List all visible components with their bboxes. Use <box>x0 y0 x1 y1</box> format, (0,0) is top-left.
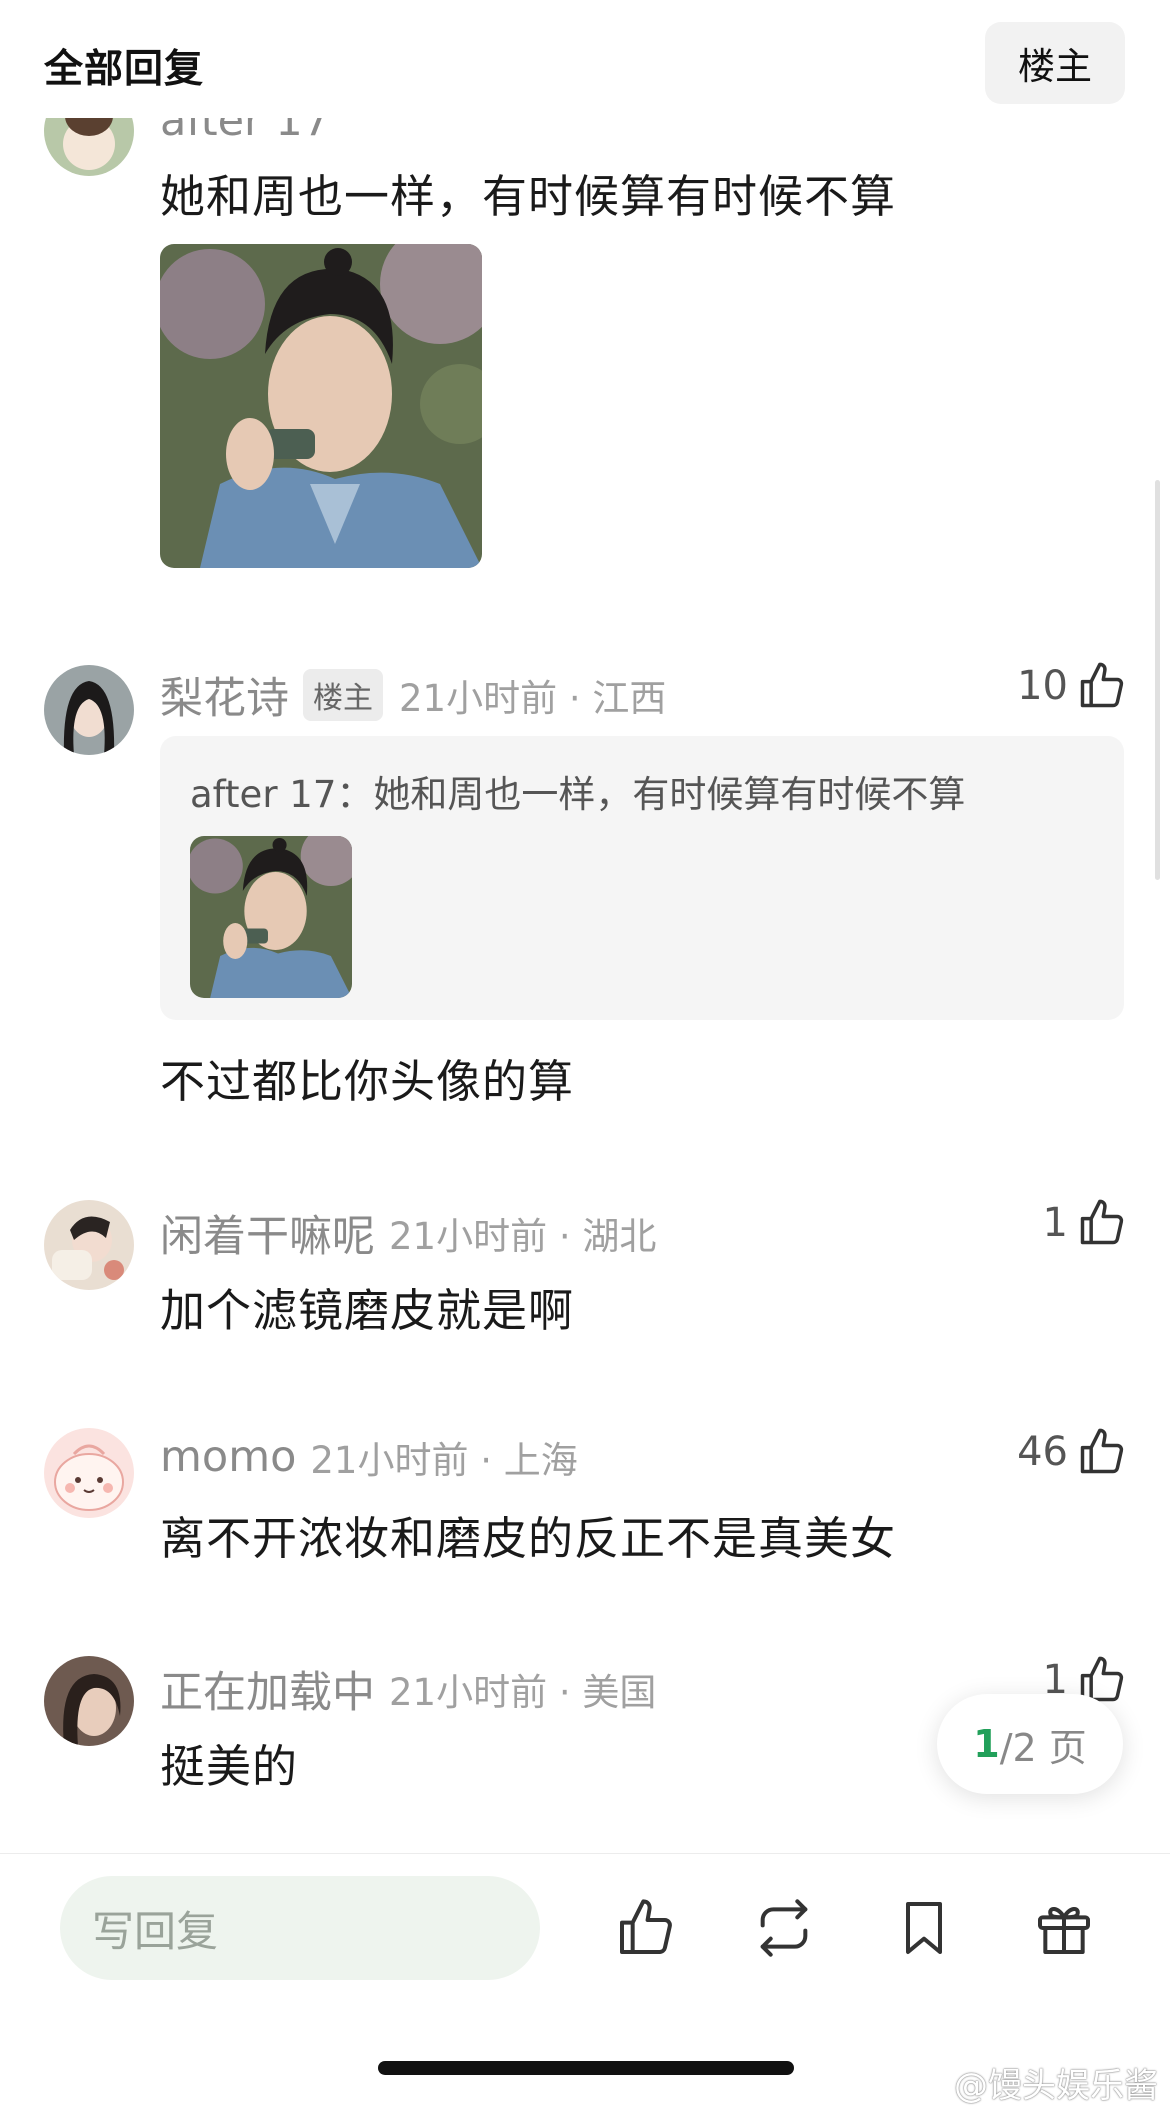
like-post-button[interactable] <box>614 1896 678 1960</box>
like-count: 10 <box>1017 663 1068 709</box>
thumb-up-icon <box>1080 1199 1124 1245</box>
timestamp-location: 21小时前 · 美国 <box>389 1671 657 1714</box>
comment-meta: 梨花诗 楼主 21小时前 · 江西 <box>160 664 666 726</box>
like-button[interactable]: 46 <box>1017 1426 1128 1478</box>
quoted-text: after 17：她和周也一样，有时候算有时候不算 <box>190 773 966 816</box>
comment-text: 不过都比你头像的算 <box>160 1055 575 1108</box>
timestamp-location: 21小时前 · 湖北 <box>389 1215 657 1258</box>
thumb-up-icon <box>620 1899 672 1954</box>
repost-button[interactable] <box>752 1896 816 1960</box>
username[interactable]: 梨花诗 <box>160 664 289 726</box>
bookmark-button[interactable] <box>892 1896 956 1960</box>
watermark: @馒头娱乐酱 <box>908 2058 1158 2107</box>
page-indicator[interactable]: 1/2 页 <box>937 1694 1123 1794</box>
header: 全部回复 楼主 <box>0 0 1170 118</box>
page-title: 全部回复 <box>44 47 205 92</box>
avatar[interactable] <box>44 1200 134 1290</box>
avatar[interactable] <box>44 1656 134 1746</box>
quoted-image[interactable] <box>190 836 352 998</box>
avatar[interactable] <box>44 665 134 755</box>
reply-input[interactable]: 写回复 <box>60 1876 540 1980</box>
comment-meta: momo 21小时前 · 上海 <box>160 1430 578 1484</box>
username[interactable]: momo <box>160 1432 296 1482</box>
timestamp-location: 21小时前 · 江西 <box>399 677 667 720</box>
comment-text: 挺美的 <box>160 1740 299 1793</box>
like-count: 1 <box>1042 1200 1068 1246</box>
thumb-up-icon <box>1080 662 1124 708</box>
username[interactable]: 闲着干嘛呢 <box>160 1202 375 1264</box>
op-badge: 楼主 <box>303 669 383 721</box>
like-count: 46 <box>1017 1429 1068 1475</box>
username[interactable]: 正在加载中 <box>160 1658 375 1720</box>
bookmark-icon <box>906 1902 942 1954</box>
home-indicator[interactable] <box>378 2061 794 2075</box>
like-button[interactable]: 1 <box>1043 1197 1128 1249</box>
comment-text: 离不开浓妆和磨皮的反正不是真美女 <box>160 1512 897 1565</box>
comment-text: 她和周也一样，有时候算有时候不算 <box>160 170 897 223</box>
comment-image[interactable] <box>160 244 482 568</box>
timestamp-location: 21小时前 · 上海 <box>310 1439 578 1482</box>
weibo-logo-icon <box>911 2069 945 2098</box>
quoted-comment[interactable]: after 17：她和周也一样，有时候算有时候不算 <box>160 736 1124 1020</box>
thumb-up-icon <box>1080 1428 1124 1474</box>
like-button[interactable]: 10 <box>1017 660 1128 712</box>
comment-meta: 闲着干嘛呢 21小时前 · 湖北 <box>160 1202 656 1264</box>
repost-icon <box>760 1899 808 1957</box>
avatar[interactable] <box>44 1428 134 1518</box>
comment-text: 加个滤镜磨皮就是啊 <box>160 1284 575 1337</box>
op-filter-button[interactable]: 楼主 <box>985 22 1125 104</box>
gift-button[interactable] <box>1032 1896 1096 1960</box>
current-page: 1 <box>973 1722 1000 1766</box>
comment-meta: 正在加载中 21小时前 · 美国 <box>160 1658 656 1720</box>
page-total: /2 页 <box>999 1725 1087 1770</box>
watermark-text: @馒头娱乐酱 <box>954 2066 1158 2106</box>
scrollbar[interactable] <box>1155 480 1160 880</box>
gift-icon <box>1038 1907 1090 1954</box>
